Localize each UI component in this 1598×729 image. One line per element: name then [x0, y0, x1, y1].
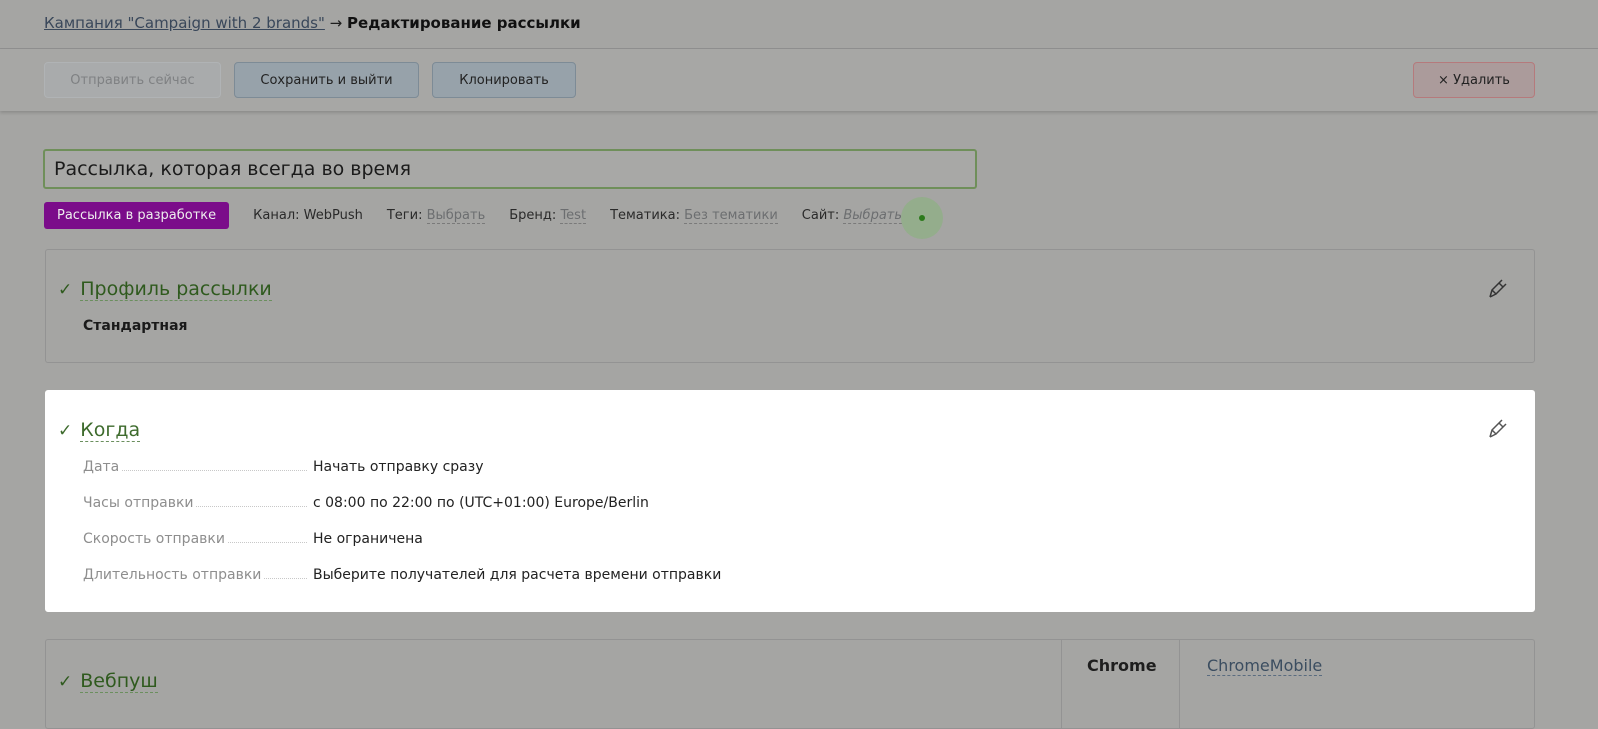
- pencil-icon[interactable]: [1486, 416, 1510, 440]
- topic-link[interactable]: Без тематики: [684, 208, 778, 224]
- when-card: ✓ Когда Дата Начать отправку сразу Часы от…: [45, 390, 1535, 612]
- delete-button[interactable]: × Удалить: [1413, 62, 1535, 98]
- breadcrumb: Кампания "Campaign with 2 brands" → Реда…: [44, 14, 581, 32]
- when-row: Длительность отправки Выберите получателе…: [83, 567, 722, 583]
- browser-tabs: Chrome ChromeMobile: [1061, 640, 1536, 728]
- check-icon: ✓: [58, 420, 73, 441]
- clone-button[interactable]: Клонировать: [432, 62, 576, 98]
- brand-link[interactable]: Test: [560, 208, 587, 224]
- mailing-title-input[interactable]: [43, 149, 977, 189]
- channel-label: Канал: WebPush: [253, 208, 363, 223]
- check-icon: ✓: [58, 671, 73, 692]
- click-indicator: [901, 197, 943, 239]
- when-title-link[interactable]: Когда: [80, 419, 141, 442]
- campaign-link[interactable]: Кампания "Campaign with 2 brands": [44, 14, 325, 32]
- profile-title-link[interactable]: Профиль рассылки: [80, 278, 272, 301]
- status-badge: Рассылка в разработке: [44, 202, 230, 229]
- tags-select-link[interactable]: Выбрать: [426, 208, 486, 224]
- mailing-meta: Рассылка в разработке Канал: WebPush Тег…: [44, 202, 926, 229]
- when-row: Скорость отправки Не ограничена: [83, 531, 423, 547]
- site-label: Сайт:: [801, 208, 840, 223]
- pencil-icon[interactable]: [1486, 276, 1510, 300]
- browser-tab-chrome-mobile[interactable]: ChromeMobile: [1207, 656, 1323, 676]
- send-now-button[interactable]: Отправить сейчас: [44, 62, 221, 98]
- profile-value: Стандартная: [83, 318, 188, 334]
- when-row: Часы отправки с 08:00 по 22:00 по (UTC+01…: [83, 495, 649, 511]
- check-icon: ✓: [58, 279, 73, 300]
- page-title: Редактирование рассылки: [347, 14, 581, 32]
- tags-label: Теги:: [386, 208, 423, 223]
- toolbar: Отправить сейчас Сохранить и выйти Клони…: [0, 49, 1598, 111]
- profile-card: ✓ Профиль рассылки Стандартная: [45, 249, 1535, 363]
- breadcrumb-arrow: →: [329, 14, 343, 32]
- when-row: Дата Начать отправку сразу: [83, 459, 484, 475]
- webpush-title-link[interactable]: Вебпуш: [80, 670, 158, 693]
- site-select-link[interactable]: Выбрать: [843, 208, 903, 224]
- topic-label: Тематика:: [610, 208, 680, 223]
- webpush-card: ✓ Вебпуш Chrome ChromeMobile: [45, 639, 1535, 729]
- brand-label: Бренд:: [509, 208, 557, 223]
- save-and-exit-button[interactable]: Сохранить и выйти: [234, 62, 419, 98]
- browser-tab-chrome[interactable]: Chrome: [1062, 640, 1180, 728]
